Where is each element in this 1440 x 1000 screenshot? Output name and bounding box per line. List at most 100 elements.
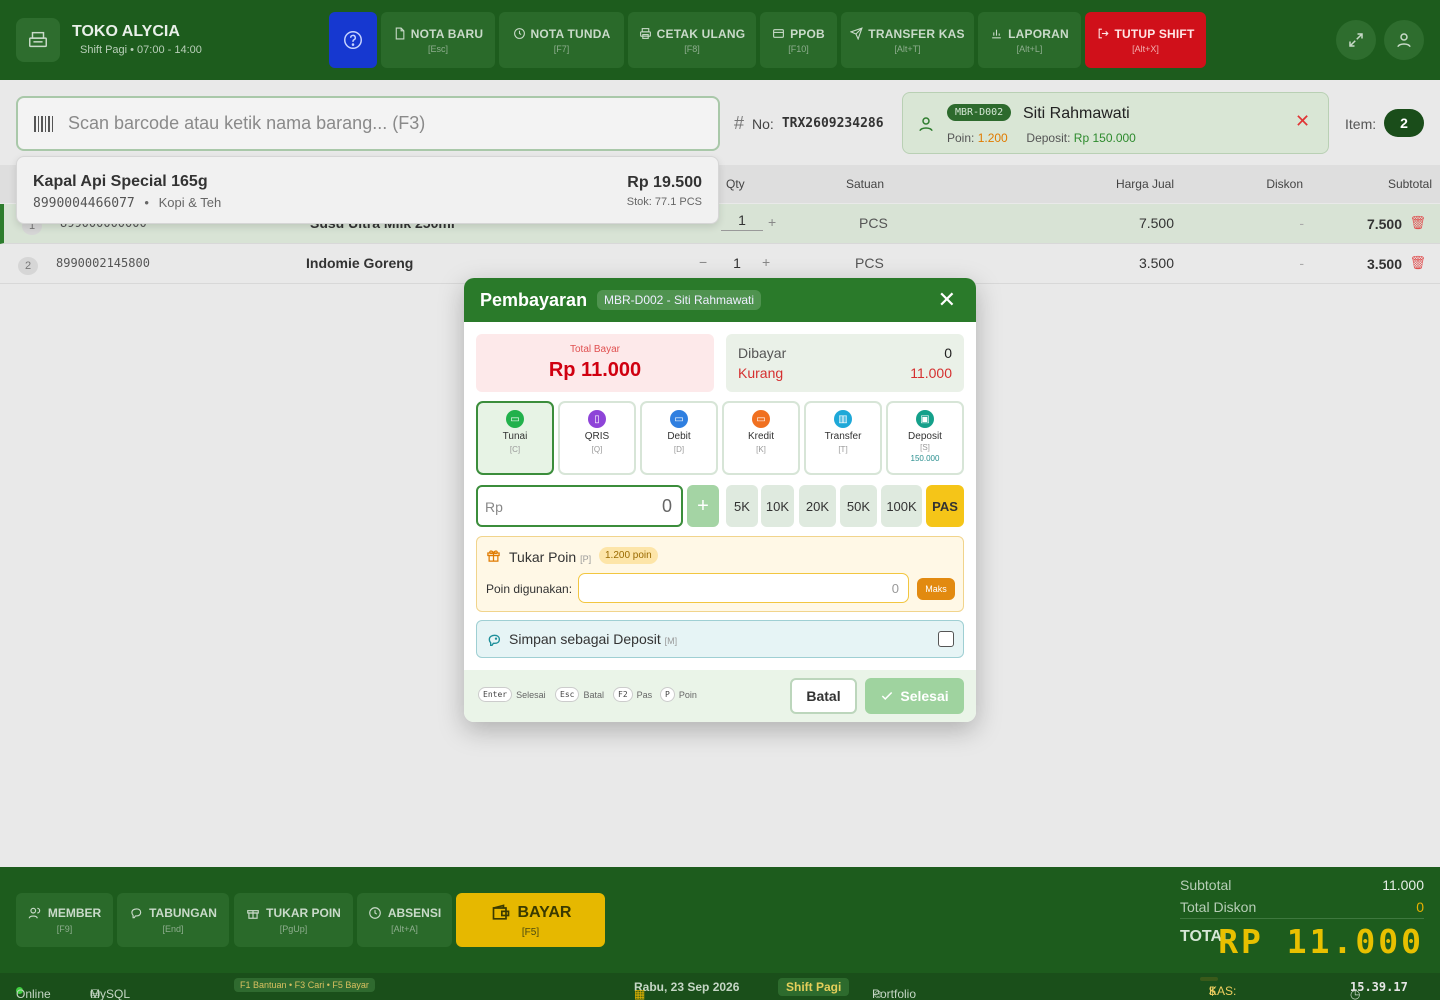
member-button-key: [F9] <box>56 924 73 934</box>
subtotal-value: 11.000 <box>1382 877 1424 893</box>
amount-value: 0 <box>661 496 672 516</box>
wallet-icon: ▣ <box>916 410 934 428</box>
method-qris[interactable]: ▯ QRIS [Q] <box>558 401 636 475</box>
gift-icon <box>487 550 500 562</box>
header-satuan: Satuan <box>846 177 885 191</box>
transfer-kas-button[interactable]: TRANSFER KAS [Alt+T] <box>841 12 974 68</box>
suggestion-category: Kopi & Teh <box>158 195 222 210</box>
close-icon[interactable]: ✕ <box>938 287 956 313</box>
absensi-button[interactable]: ABSENSI [Alt+A] <box>357 893 452 947</box>
deposit-checkbox[interactable] <box>938 631 954 647</box>
wallet-icon <box>492 903 509 920</box>
row-name: Indomie Goreng <box>306 255 414 271</box>
qty-plus-button[interactable]: + <box>762 254 770 270</box>
tabungan-key: [End] <box>162 924 184 934</box>
transfer-kas-key: [Alt+T] <box>894 43 921 54</box>
method-deposit-amount: 150.000 <box>910 454 940 463</box>
method-key: [T] <box>838 445 848 454</box>
shortcut-enter: Enter Selesai <box>478 687 546 702</box>
shift-info: Shift Pagi • 07:00 - 14:00 <box>80 44 202 56</box>
bank-icon: ▥ <box>834 410 852 428</box>
modal-title: Pembayaran <box>480 290 588 310</box>
clock-icon: ◷ <box>1350 987 1361 1000</box>
modal-header: Pembayaran MBR-D002 - Siti Rahmawati ✕ <box>464 278 976 322</box>
store-name: TOKO ALYCIA <box>72 23 180 40</box>
qty-input[interactable]: 1 <box>721 212 763 231</box>
method-transfer[interactable]: ▥ Transfer [T] <box>804 401 882 475</box>
nota-tunda-button[interactable]: NOTA TUNDA [F7] <box>499 12 624 68</box>
member-code: MBR-D002 <box>947 104 1012 121</box>
tukar-poin-button[interactable]: TUKAR POIN [PgUp] <box>234 893 353 947</box>
maks-button[interactable]: Maks <box>917 578 955 600</box>
shortcut-key: F2 <box>613 687 633 702</box>
help-button[interactable] <box>329 12 377 68</box>
quick-pas-button[interactable]: PAS <box>926 485 964 527</box>
file-icon <box>395 27 405 40</box>
status-bar: Online ⛁MySQL @ localhost F1 Bantuan • F… <box>0 973 1440 1000</box>
total-value: Rp 11.000 <box>548 359 642 381</box>
tutup-shift-button[interactable]: TUTUP SHIFT [Alt+X] <box>1085 12 1206 68</box>
method-tunai[interactable]: ▭ Tunai [C] <box>476 401 554 475</box>
ppob-button[interactable]: PPOB [F10] <box>760 12 837 68</box>
method-debit[interactable]: ▭ Debit [D] <box>640 401 718 475</box>
laporan-button[interactable]: LAPORAN [Alt+L] <box>978 12 1081 68</box>
quick-100k-button[interactable]: 100K <box>881 485 922 527</box>
bayar-key: [F5] <box>521 926 540 938</box>
suggestion-name: Kapal Api Special 165g <box>33 173 208 190</box>
amount-input[interactable]: Rp 0 <box>476 485 683 527</box>
grand-total-value: RP 11.000 <box>1218 922 1424 961</box>
quick-10k-button[interactable]: 10K <box>761 485 794 527</box>
fullscreen-button[interactable] <box>1336 20 1376 60</box>
search-suggestion[interactable]: Kapal Api Special 165g 8990004466077 • K… <box>16 156 719 224</box>
trash-icon[interactable]: 🗑 <box>1409 215 1426 231</box>
absensi-label: ABSENSI <box>387 906 442 920</box>
shift-badge: Shift Pagi <box>778 978 850 996</box>
paid-box: Dibayar 0 Kurang 11.000 <box>726 334 964 392</box>
laporan-key: [Alt+L] <box>1016 43 1043 54</box>
quick-5k-button[interactable]: 5K <box>726 485 758 527</box>
amount-prefix: Rp <box>485 499 503 515</box>
shortcut-label: Batal <box>583 689 604 700</box>
user-button[interactable] <box>1384 20 1424 60</box>
quick-50k-button[interactable]: 50K <box>840 485 877 527</box>
user-label: Portfolio Demo <box>872 987 917 1000</box>
remove-member-icon[interactable]: ✕ <box>1295 111 1310 132</box>
clock-icon <box>368 907 381 919</box>
quick-20k-button[interactable]: 20K <box>799 485 836 527</box>
cash-register-icon <box>16 18 60 62</box>
nota-tunda-key: [F7] <box>553 43 570 54</box>
row-discount: - <box>1299 255 1304 271</box>
kurang-value: 11.000 <box>910 365 952 381</box>
member-name: Siti Rahmawati <box>1023 105 1130 122</box>
total-box: Total Bayar Rp 11.000 <box>476 334 714 392</box>
shortcut-esc: Esc Batal <box>555 687 604 702</box>
add-amount-button[interactable]: + <box>687 485 719 527</box>
nota-baru-button[interactable]: NOTA BARU [Esc] <box>381 12 495 68</box>
suggestion-price: Rp 19.500 <box>627 174 702 191</box>
qty-minus-button[interactable]: − <box>699 254 707 270</box>
cetak-ulang-key: [F8] <box>684 43 700 54</box>
cetak-ulang-button[interactable]: CETAK ULANG [F8] <box>628 12 756 68</box>
qty-input[interactable]: 1 <box>716 255 758 271</box>
method-deposit[interactable]: ▣ Deposit [S] 150.000 <box>886 401 964 475</box>
qty-plus-button[interactable]: + <box>768 214 776 230</box>
poin-input[interactable]: 0 <box>578 573 909 603</box>
modal-footer: Enter Selesai Esc Batal F2 Pas P Poin Batal … <box>464 670 976 722</box>
poin-label: Poin: <box>947 131 975 145</box>
method-label: Transfer <box>824 431 862 442</box>
trash-icon[interactable]: 🗑 <box>1409 255 1426 271</box>
search-placeholder: Scan barcode atau ketik nama barang... (… <box>68 113 426 133</box>
row-number: 2 <box>18 257 38 275</box>
method-label: Debit <box>667 431 691 442</box>
tabungan-button[interactable]: TABUNGAN [End] <box>117 893 229 947</box>
cash-icon: ▭ <box>506 410 524 428</box>
time-status: ◷ 15.39.17 <box>1350 980 1408 1000</box>
finish-button[interactable]: Selesai <box>865 678 964 714</box>
cancel-button[interactable]: Batal <box>790 678 857 714</box>
deposit-label: Deposit: <box>1026 131 1071 145</box>
method-kredit[interactable]: ▭ Kredit [K] <box>722 401 800 475</box>
member-button[interactable]: MEMBER [F9] <box>16 893 113 947</box>
bayar-button[interactable]: BAYAR [F5] <box>456 893 605 947</box>
absensi-key: [Alt+A] <box>391 924 418 934</box>
search-input[interactable]: Scan barcode atau ketik nama barang... (… <box>16 96 720 151</box>
